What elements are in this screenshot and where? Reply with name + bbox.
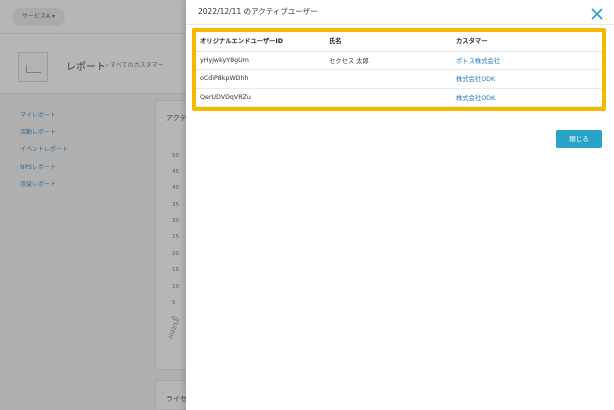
modal-title: 2022/12/11 のアクティブユーザー bbox=[198, 7, 318, 16]
close-icon-svg bbox=[591, 8, 603, 20]
active-users-modal: 2022/12/11 のアクティブユーザー オリジナルエンドユーザーID 氏名 … bbox=[186, 0, 614, 410]
highlight-box bbox=[192, 28, 606, 111]
close-button[interactable]: 閉じる bbox=[556, 130, 602, 148]
close-icon[interactable] bbox=[589, 6, 605, 22]
modal-divider bbox=[186, 24, 614, 25]
